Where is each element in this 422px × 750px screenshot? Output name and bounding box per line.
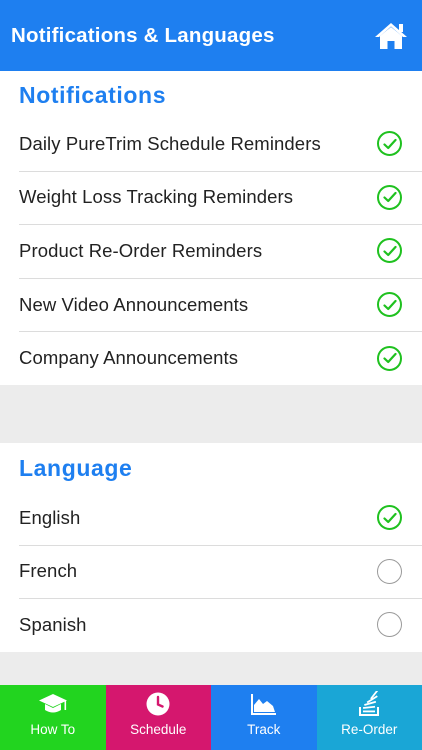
notification-row-daily-schedule[interactable]: Daily PureTrim Schedule Reminders: [0, 117, 422, 171]
notifications-section: Notifications Daily PureTrim Schedule Re…: [0, 71, 422, 385]
notification-row-reorder[interactable]: Product Re-Order Reminders: [0, 224, 422, 278]
row-label: New Video Announcements: [19, 293, 249, 315]
area-chart-icon: [250, 691, 277, 717]
clock-icon: [146, 691, 170, 717]
check-circle-icon[interactable]: [377, 238, 402, 264]
tab-schedule[interactable]: Schedule: [105, 685, 211, 750]
tab-label: How To: [30, 722, 76, 737]
notification-row-video[interactable]: New Video Announcements: [0, 277, 422, 332]
empty-circle-icon[interactable]: [377, 558, 402, 584]
graduation-cap-icon: [38, 691, 68, 717]
language-row-spanish[interactable]: Spanish: [0, 598, 422, 652]
empty-circle-icon[interactable]: [377, 612, 402, 638]
row-label: Spanish: [19, 613, 87, 635]
row-label: Daily PureTrim Schedule Reminders: [19, 132, 321, 154]
language-section: Language English French Spanish: [0, 443, 422, 652]
tab-how-to[interactable]: How To: [0, 685, 106, 750]
row-label: Company Announcements: [19, 347, 239, 369]
app-header: Notifications & Languages: [0, 0, 422, 71]
tab-re-order[interactable]: Re-Order: [316, 685, 422, 750]
notification-row-company[interactable]: Company Announcements: [0, 331, 422, 385]
home-button[interactable]: [373, 18, 409, 54]
check-circle-icon[interactable]: [377, 345, 402, 371]
language-row-english[interactable]: English: [0, 491, 422, 545]
language-row-french[interactable]: French: [0, 544, 422, 599]
row-label: Weight Loss Tracking Reminders: [19, 186, 294, 208]
check-circle-icon[interactable]: [377, 292, 402, 318]
row-label: Product Re-Order Reminders: [19, 239, 263, 261]
bottom-tab-bar: How To Schedule Track Re-Order: [0, 685, 422, 750]
stack-icon: [358, 691, 380, 717]
check-circle-icon[interactable]: [377, 131, 402, 157]
page-title: Notifications & Languages: [11, 23, 275, 47]
check-circle-icon[interactable]: [377, 505, 402, 531]
tab-label: Re-Order: [341, 722, 398, 737]
tab-label: Track: [247, 722, 281, 737]
language-heading: Language: [19, 454, 133, 481]
tab-track[interactable]: Track: [211, 685, 317, 750]
tab-label: Schedule: [130, 722, 187, 737]
notification-row-weight-tracking[interactable]: Weight Loss Tracking Reminders: [0, 170, 422, 225]
check-circle-icon[interactable]: [377, 184, 402, 210]
notifications-heading: Notifications: [19, 81, 167, 108]
row-label: French: [19, 560, 78, 582]
home-icon: [375, 22, 407, 49]
row-label: English: [19, 506, 81, 528]
